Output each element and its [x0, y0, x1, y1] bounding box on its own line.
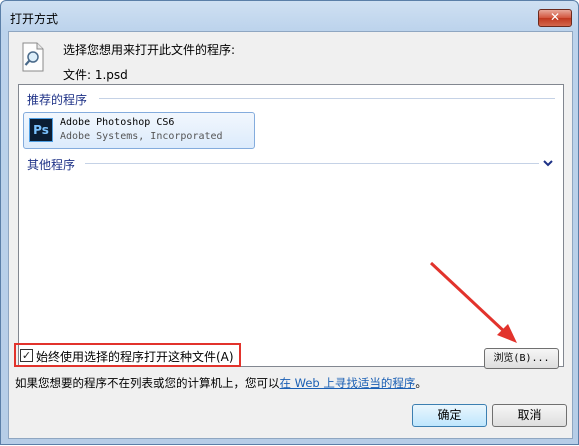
hint-text: 如果您想要的程序不在列表或您的计算机上，您可以在 Web 上寻找适当的程序。: [15, 375, 427, 391]
program-list[interactable]: 推荐的程序 Ps Adobe Photoshop CS6 Adobe Syste…: [18, 84, 564, 367]
hint-suffix: 。: [415, 376, 427, 390]
group-divider: [85, 163, 539, 164]
program-item-photoshop[interactable]: Ps Adobe Photoshop CS6 Adobe Systems, In…: [23, 112, 255, 149]
hint-prefix: 如果您想要的程序不在列表或您的计算机上，您可以: [15, 376, 280, 390]
prompt-text: 选择您想用来打开此文件的程序:: [63, 43, 236, 57]
other-programs-header[interactable]: 其他程序: [27, 156, 75, 173]
always-use-checkbox[interactable]: ✓: [20, 349, 33, 362]
find-program-online-link[interactable]: 在 Web 上寻找适当的程序: [280, 376, 416, 390]
ok-button[interactable]: 确定: [412, 404, 487, 427]
dialog-body: 选择您想用来打开此文件的程序: 文件: 1.psd 推荐的程序 Ps Adobe…: [8, 31, 573, 439]
always-use-highlight: ✓ 始终使用选择的程序打开这种文件(A): [14, 343, 241, 367]
group-divider: [99, 98, 555, 99]
photoshop-icon: Ps: [29, 118, 53, 142]
file-name-label: 文件: 1.psd: [63, 68, 128, 82]
search-document-icon: [22, 42, 44, 72]
cancel-button[interactable]: 取消: [492, 404, 567, 427]
program-name: Adobe Photoshop CS6: [60, 117, 175, 128]
close-button[interactable]: ✕: [538, 9, 572, 27]
window-title: 打开方式: [10, 12, 59, 26]
always-use-label[interactable]: 始终使用选择的程序打开这种文件(A): [36, 348, 234, 365]
title-bar: 打开方式 ✕: [1, 1, 578, 31]
browse-button[interactable]: 浏览(B)...: [484, 348, 559, 369]
program-vendor: Adobe Systems, Incorporated: [60, 131, 223, 142]
recommended-programs-header[interactable]: 推荐的程序: [27, 91, 87, 108]
open-with-dialog: 打开方式 ✕ 选择您想用来打开此文件的程序: 文件: 1.psd 推荐的程序 P…: [0, 0, 579, 445]
chevron-down-icon[interactable]: [542, 159, 554, 169]
